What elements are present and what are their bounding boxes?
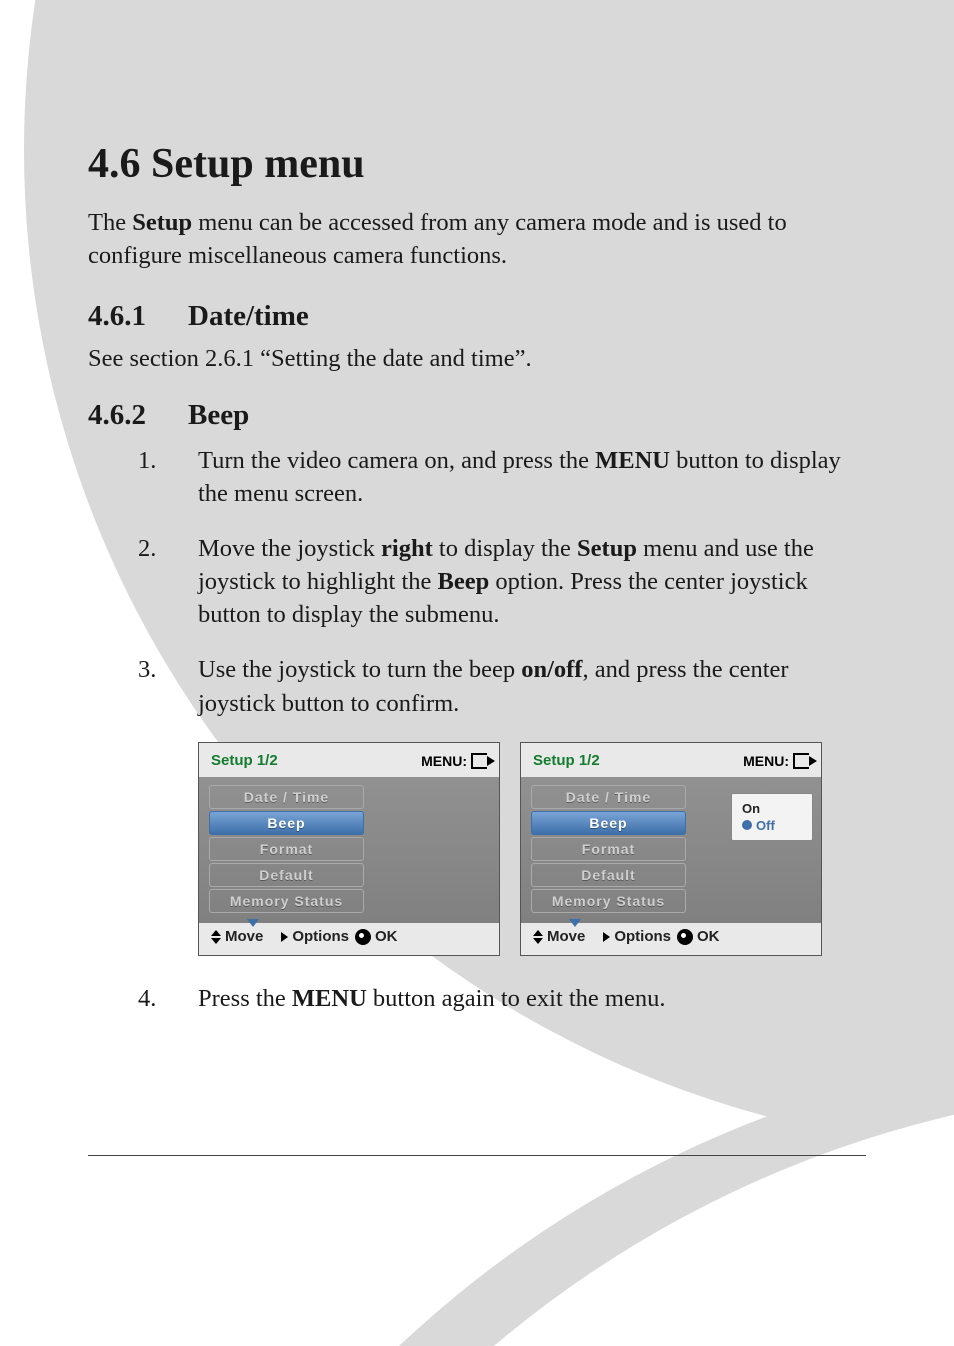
menu-items: Date / Time Beep Format Default Memory S…	[209, 785, 364, 913]
step-4: Press the MENU button again to exit the …	[138, 982, 864, 1015]
section-number: 4.6	[88, 141, 141, 187]
radio-icon	[742, 820, 752, 830]
right-arrow-icon	[281, 932, 288, 942]
section-heading: 4.6 Setup menu	[88, 140, 864, 188]
menu-item-date-time[interactable]: Date / Time	[531, 785, 686, 809]
menu-items: Date / Time Beep Format Default Memory S…	[531, 785, 686, 913]
screenshot-body: Date / Time Beep Format Default Memory S…	[199, 777, 499, 923]
menu-exit-hint: MENU:	[421, 753, 487, 769]
scroll-down-icon	[569, 919, 581, 927]
menu-item-beep[interactable]: Beep	[209, 811, 364, 835]
menu-item-format[interactable]: Format	[209, 837, 364, 861]
ok-button-icon	[677, 929, 693, 945]
screenshot-title: Setup 1/2	[211, 753, 278, 768]
step-1: Turn the video camera on, and press the …	[138, 444, 864, 510]
intro-paragraph: The Setup menu can be accessed from any …	[88, 206, 864, 272]
section-title: Setup menu	[151, 141, 365, 187]
screenshot-row: Setup 1/2 MENU: Date / Time Beep Format …	[198, 742, 864, 956]
right-arrow-icon	[603, 932, 610, 942]
step-3: Use the joystick to turn the beep on/off…	[138, 653, 864, 719]
screenshot-header: Setup 1/2 MENU:	[521, 743, 821, 777]
screenshot-footer: Move Options OK	[521, 923, 821, 955]
menu-item-format[interactable]: Format	[531, 837, 686, 861]
footer-rule	[88, 1155, 866, 1156]
exit-icon	[471, 753, 487, 769]
updown-icon	[211, 930, 221, 944]
screenshot-body: Date / Time Beep Format Default Memory S…	[521, 777, 821, 923]
screenshot-right: Setup 1/2 MENU: Date / Time Beep Format …	[520, 742, 822, 956]
subsection-date-time: 4.6.1Date/time	[88, 300, 864, 333]
step-2: Move the joystick right to display the S…	[138, 532, 864, 631]
menu-item-default[interactable]: Default	[531, 863, 686, 887]
screenshot-left: Setup 1/2 MENU: Date / Time Beep Format …	[198, 742, 500, 956]
screenshot-title: Setup 1/2	[533, 753, 600, 768]
menu-item-memory-status[interactable]: Memory Status	[531, 889, 686, 913]
menu-item-beep[interactable]: Beep	[531, 811, 686, 835]
menu-exit-hint: MENU:	[743, 753, 809, 769]
submenu-option-off[interactable]: Off	[742, 817, 802, 834]
scroll-down-icon	[247, 919, 259, 927]
menu-item-memory-status[interactable]: Memory Status	[209, 889, 364, 913]
screenshot-header: Setup 1/2 MENU:	[199, 743, 499, 777]
ok-button-icon	[355, 929, 371, 945]
menu-item-date-time[interactable]: Date / Time	[209, 785, 364, 809]
beep-steps-cont: Press the MENU button again to exit the …	[88, 982, 864, 1015]
updown-icon	[533, 930, 543, 944]
menu-item-default[interactable]: Default	[209, 863, 364, 887]
beep-steps: Turn the video camera on, and press the …	[88, 444, 864, 719]
date-time-text: See section 2.6.1 “Setting the date and …	[88, 345, 864, 373]
submenu-option-on[interactable]: On	[742, 800, 802, 817]
exit-icon	[793, 753, 809, 769]
subsection-beep: 4.6.2Beep	[88, 399, 864, 432]
screenshot-footer: Move Options OK	[199, 923, 499, 955]
beep-submenu: On Off	[731, 793, 813, 841]
